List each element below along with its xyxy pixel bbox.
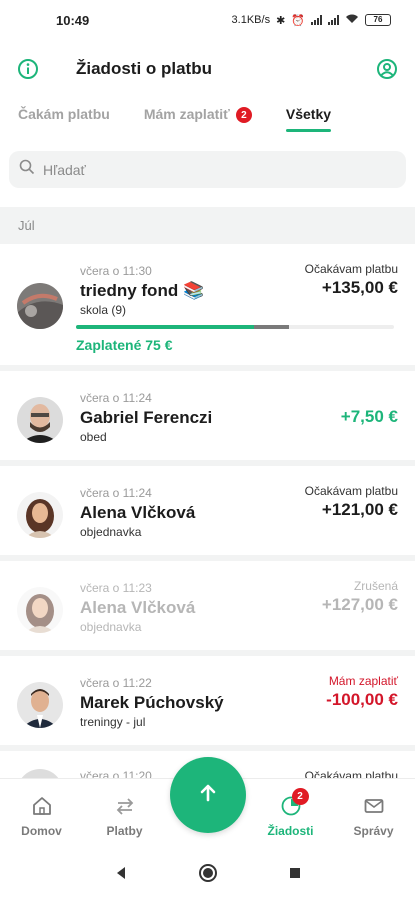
tab-all[interactable]: Všetky <box>285 100 332 136</box>
nav-label: Správy <box>353 824 394 838</box>
battery-icon: 76 <box>365 14 391 26</box>
tab-label: Čakám platbu <box>18 106 110 122</box>
payment-progress-bar <box>76 325 394 329</box>
alarm-icon: ⏰ <box>291 14 305 27</box>
tab-label: Všetky <box>285 106 332 122</box>
wifi-icon <box>345 13 359 27</box>
tab-waiting-payment[interactable]: Čakám platbu <box>18 100 110 136</box>
avatar <box>17 682 63 728</box>
signal-icon <box>311 15 322 25</box>
signal-icon-2 <box>328 15 339 25</box>
item-right: Očakávam platbu +121,00 € <box>305 484 398 520</box>
network-speed: 3.1KB/s <box>231 14 271 26</box>
home-circle-icon[interactable] <box>198 863 218 888</box>
profile-icon[interactable] <box>375 57 399 81</box>
recents-icon[interactable] <box>288 866 302 885</box>
item-amount: +135,00 € <box>321 278 398 297</box>
item-status: Očakávam platbu <box>304 484 398 498</box>
item-right: Očakávam platbu +135,00 € <box>305 262 398 298</box>
item-right: Zrušená +127,00 € <box>322 579 398 615</box>
list-item[interactable]: včera o 11:23 Alena Vlčková objednavka Z… <box>0 561 415 656</box>
item-right: +7,50 € <box>341 405 398 427</box>
clock: 10:49 <box>56 12 90 28</box>
item-status: Mám zaplatiť <box>328 674 398 688</box>
transfer-icon <box>114 795 136 820</box>
status-icons: 3.1KB/s ✱ ⏰ 76 <box>232 13 391 27</box>
nav-home[interactable]: Domov <box>0 779 83 848</box>
nav-requests[interactable]: 2 Žiadosti <box>249 779 332 848</box>
item-status: Očakávam platbu <box>304 262 398 276</box>
filter-tabs: Čakám platbu Mám zaplatiť 2 Všetky <box>0 100 415 136</box>
app-header: Žiadosti o platbu <box>0 44 415 94</box>
item-status: Zrušená <box>353 579 398 593</box>
item-description: objednavka <box>80 620 142 634</box>
item-right: Mám zaplatiť -100,00 € <box>326 674 398 710</box>
item-description: skola (9) <box>80 303 127 317</box>
item-description: objednavka <box>80 525 142 539</box>
list-item[interactable]: včera o 11:22 Marek Púchovský treningy -… <box>0 656 415 751</box>
request-list: včera o 11:30 triedny fond 📚 skola (9) Z… <box>0 244 415 815</box>
tab-badge: 2 <box>235 107 252 123</box>
back-icon[interactable] <box>114 866 128 885</box>
nav-payments[interactable]: Platby <box>83 779 166 848</box>
paid-amount-label: Zaplatené 75 € <box>76 337 173 353</box>
tab-to-pay[interactable]: Mám zaplatiť 2 <box>144 100 252 136</box>
arrow-up-icon <box>197 782 219 809</box>
avatar <box>17 587 63 633</box>
item-time: včera o 11:24 <box>80 391 152 405</box>
avatar <box>17 492 63 538</box>
avatar <box>17 397 63 443</box>
list-item[interactable]: včera o 11:30 triedny fond 📚 skola (9) Z… <box>0 244 415 371</box>
home-icon <box>31 795 53 820</box>
item-amount: +7,50 € <box>340 407 398 426</box>
system-navigation-bar <box>0 850 415 900</box>
progress-paid <box>76 325 255 329</box>
avatar <box>17 283 63 329</box>
page-title: Žiadosti o platbu <box>76 59 212 78</box>
list-item[interactable]: včera o 11:24 Alena Vlčková objednavka O… <box>0 466 415 561</box>
nav-label: Žiadosti <box>267 824 314 838</box>
send-request-fab[interactable] <box>170 757 246 833</box>
nav-badge: 2 <box>291 788 309 805</box>
search-placeholder: Hľadať <box>43 161 86 178</box>
progress-pending <box>254 325 290 329</box>
month-section-header: Júl <box>0 207 415 244</box>
tab-label: Mám zaplatiť <box>143 106 230 122</box>
status-bar: 10:49 3.1KB/s ✱ ⏰ 76 <box>0 0 415 40</box>
item-amount: +121,00 € <box>321 500 398 519</box>
item-description: obed <box>80 430 107 444</box>
mail-icon <box>363 795 385 820</box>
info-icon[interactable] <box>16 57 40 81</box>
search-input[interactable]: Hľadať <box>9 151 406 188</box>
list-item[interactable]: včera o 11:24 Gabriel Ferenczi obed +7,5… <box>0 371 415 466</box>
nav-label: Platby <box>106 824 143 838</box>
search-icon <box>19 159 35 180</box>
nav-messages[interactable]: Správy <box>332 779 415 848</box>
item-amount: +127,00 € <box>321 595 398 614</box>
bluetooth-icon: ✱ <box>276 14 286 27</box>
item-amount: -100,00 € <box>326 690 398 709</box>
item-description: treningy - jul <box>80 715 146 729</box>
nav-label: Domov <box>21 824 62 838</box>
